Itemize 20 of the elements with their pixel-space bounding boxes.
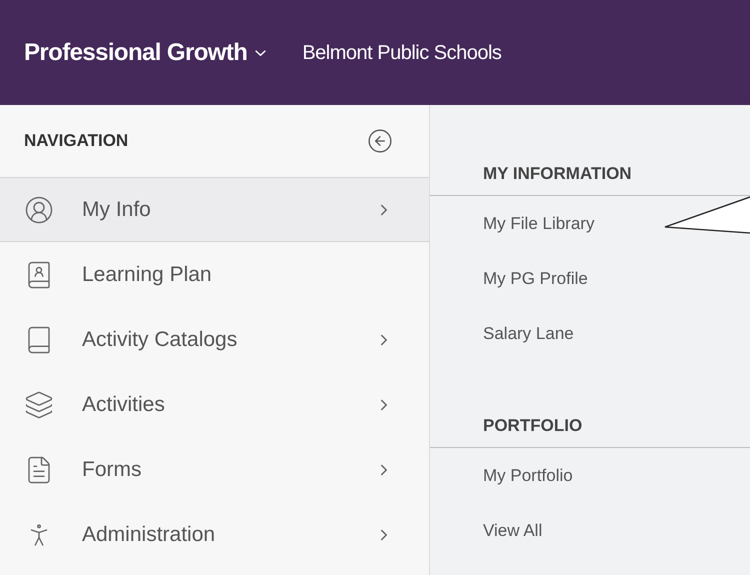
submenu-link[interactable]: View All [483, 518, 542, 544]
submenu-link[interactable]: My File Library [483, 210, 594, 236]
section-heading: MY INFORMATION [483, 164, 632, 183]
submenu-link[interactable]: My PG Profile [483, 266, 588, 292]
layers-icon [24, 390, 54, 420]
submenu-link[interactable]: My Portfolio [483, 462, 573, 488]
chevron-down-icon [255, 50, 266, 56]
user-circle-icon [24, 194, 54, 224]
nav-item[interactable]: Administration [0, 502, 429, 567]
nav-item[interactable]: Activities [0, 372, 429, 437]
nav-item[interactable]: Forms [0, 437, 429, 502]
section-heading: PORTFOLIO [483, 416, 582, 435]
navigation-heading: NAVIGATION [24, 130, 128, 152]
nav-item[interactable]: Learning Plan [0, 242, 429, 307]
collapse-button[interactable] [367, 128, 393, 154]
nav-item[interactable]: Activity Catalogs [0, 307, 429, 372]
organization-name: Belmont Public Schools [302, 40, 502, 66]
app-switcher[interactable]: Professional Growth [24, 34, 266, 70]
submenu-link[interactable]: Salary Lane [483, 320, 574, 346]
nav-item[interactable]: My Info [0, 177, 429, 242]
